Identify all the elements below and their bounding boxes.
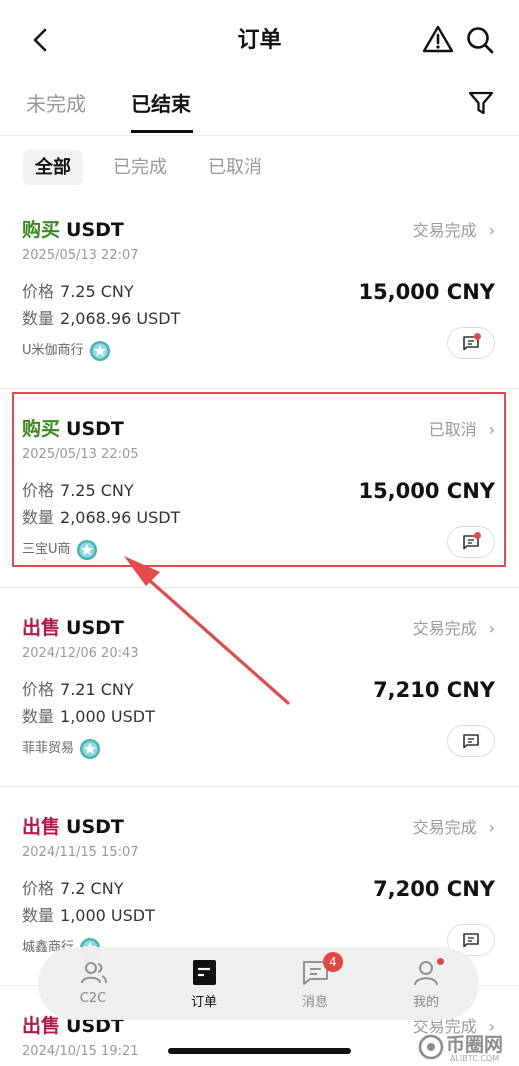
users-icon	[81, 962, 107, 984]
home-indicator	[168, 1048, 351, 1054]
filter-icon[interactable]	[467, 89, 495, 117]
chevron-right-icon: ›	[488, 818, 495, 837]
merchant[interactable]: 菲菲贸易	[22, 737, 101, 759]
order-time: 2024/12/06 20:43	[22, 646, 139, 661]
nav-label: 我的	[412, 995, 439, 1010]
merchant-name: U米伽商行	[22, 343, 84, 358]
active-tab-indicator	[131, 130, 193, 133]
order-quantity: 数量 1,000 USDT	[22, 703, 155, 727]
order-card[interactable]: 出售 USDT 交易完成 › 2024/12/06 20:43 价格 7.21 CNY…	[0, 599, 519, 798]
order-price: 价格 7.25 CNY	[22, 278, 134, 302]
chevron-right-icon: ›	[488, 221, 495, 240]
order-status-text: 交易完成	[412, 619, 477, 638]
verified-star-icon	[89, 340, 110, 361]
quantity-label: 数量	[22, 906, 55, 925]
divider	[0, 587, 519, 588]
merchant-name: 菲菲贸易	[22, 741, 75, 756]
tab-finished[interactable]: 已结束	[131, 88, 191, 117]
filter-cancelled-chip[interactable]: 已取消	[196, 150, 274, 185]
order-total: 15,000 CNY	[358, 280, 495, 304]
price-value: 7.2 CNY	[60, 879, 124, 898]
watermark-logo-icon	[418, 1034, 444, 1060]
chat-icon	[463, 734, 479, 749]
order-price: 价格 7.21 CNY	[22, 676, 134, 700]
nav-label: C2C	[79, 991, 107, 1006]
chat-icon	[463, 933, 479, 948]
price-value: 7.21 CNY	[60, 680, 134, 699]
order-quantity: 数量 1,000 USDT	[22, 902, 155, 926]
order-status-text: 交易完成	[412, 818, 477, 837]
order-status[interactable]: 交易完成 ›	[413, 615, 495, 639]
price-label: 价格	[22, 282, 55, 301]
profile-icon	[414, 961, 438, 986]
tab-unfinished[interactable]: 未完成	[26, 88, 86, 117]
price-label: 价格	[22, 680, 55, 699]
quantity-value: 1,000 USDT	[60, 906, 155, 925]
watermark: 币圈网 ALIBTC.COM	[418, 1030, 518, 1064]
search-icon[interactable]	[465, 25, 495, 55]
order-total: 7,200 CNY	[373, 877, 495, 901]
quantity-label: 数量	[22, 707, 55, 726]
profile-dot	[437, 958, 444, 965]
order-action: 购买	[22, 219, 61, 241]
merchant[interactable]: U米伽商行	[22, 339, 110, 361]
orders-icon	[193, 960, 216, 985]
chevron-right-icon: ›	[488, 619, 495, 638]
order-type: 出售 USDT	[22, 613, 124, 640]
bottom-nav: C2C 订单 4 消息 我的	[38, 947, 479, 1020]
divider	[0, 135, 519, 136]
quantity-value: 2,068.96 USDT	[60, 309, 181, 328]
order-card[interactable]: 购买 USDT 交易完成 › 2025/05/13 22:07 价格 7.25 CNY…	[0, 201, 519, 400]
nav-item-c2c[interactable]: C2C	[53, 947, 133, 1020]
order-quantity: 数量 2,068.96 USDT	[22, 305, 180, 329]
nav-label: 订单	[190, 995, 217, 1010]
unread-dot	[474, 333, 481, 340]
divider	[0, 388, 519, 389]
order-coin: USDT	[66, 617, 124, 639]
filter-completed-chip[interactable]: 已完成	[101, 150, 179, 185]
order-time: 2024/10/15 19:21	[22, 1044, 139, 1059]
message-count-badge: 4	[323, 952, 343, 972]
order-status-text: 交易完成	[412, 221, 477, 240]
chat-button[interactable]	[447, 725, 495, 757]
price-value: 7.25 CNY	[60, 282, 134, 301]
order-action: 出售	[22, 617, 61, 639]
order-coin: USDT	[66, 816, 124, 838]
warning-icon[interactable]	[422, 24, 454, 54]
order-action: 出售	[22, 816, 61, 838]
order-total: 7,210 CNY	[373, 678, 495, 702]
nav-item-orders[interactable]: 订单	[164, 947, 244, 1020]
quantity-value: 1,000 USDT	[60, 707, 155, 726]
chat-button[interactable]	[447, 327, 495, 359]
order-coin: USDT	[66, 219, 124, 241]
highlight-box	[12, 392, 506, 567]
filter-all-chip[interactable]: 全部	[23, 150, 83, 185]
watermark-domain: ALIBTC.COM	[450, 1054, 500, 1063]
order-time: 2025/05/13 22:07	[22, 248, 139, 263]
divider	[0, 786, 519, 787]
watermark-name: 币圈网	[446, 1034, 504, 1056]
order-time: 2024/11/15 15:07	[22, 845, 139, 860]
order-price: 价格 7.2 CNY	[22, 875, 123, 899]
order-type: 购买 USDT	[22, 215, 124, 242]
nav-label: 消息	[301, 995, 328, 1010]
order-status[interactable]: 交易完成 ›	[413, 814, 495, 838]
order-status[interactable]: 交易完成 ›	[413, 217, 495, 241]
quantity-label: 数量	[22, 309, 55, 328]
order-type: 出售 USDT	[22, 812, 124, 839]
nav-item-messages[interactable]: 4 消息	[275, 947, 355, 1020]
nav-item-profile[interactable]: 我的	[386, 947, 466, 1020]
price-label: 价格	[22, 879, 55, 898]
verified-star-icon	[80, 738, 101, 759]
